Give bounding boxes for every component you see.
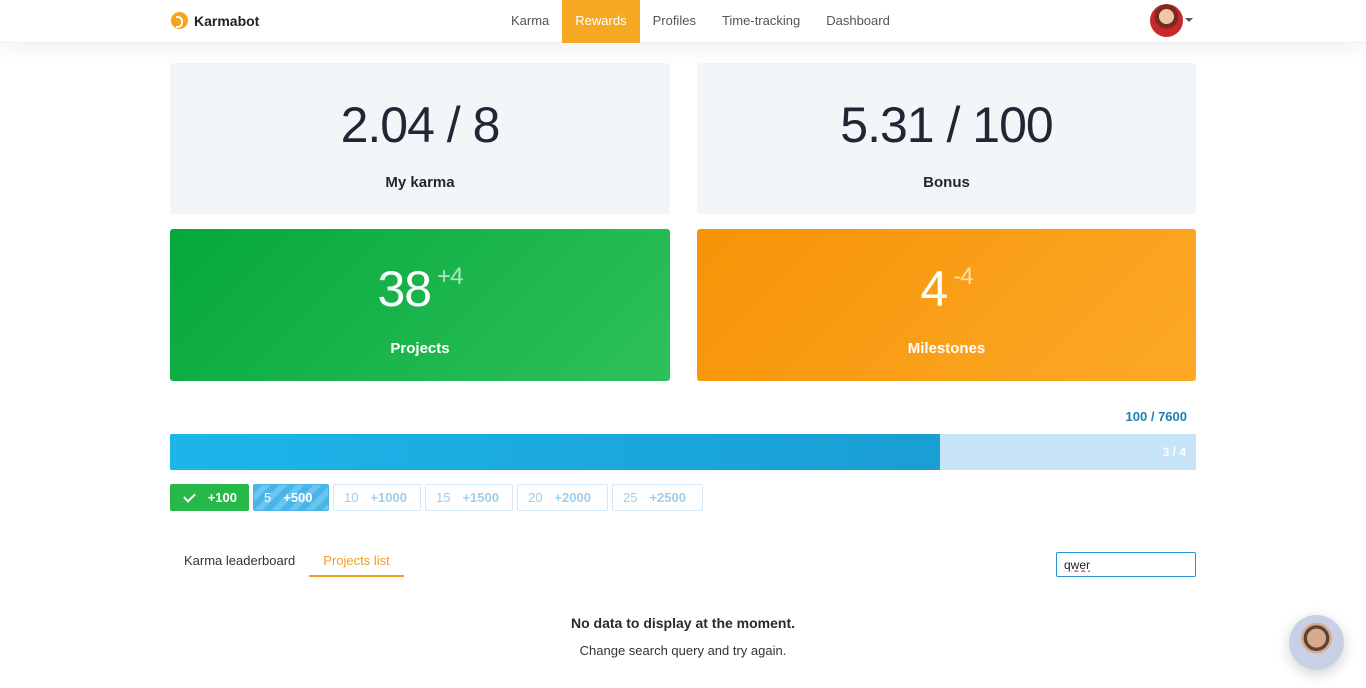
reward-milestones: +100 5 +500 10 +1000 15 +1500 20 +2000 2… xyxy=(170,484,703,511)
chevron-down-icon[interactable] xyxy=(1185,18,1193,22)
reward-points: +2500 xyxy=(649,490,686,505)
main-nav: Karma Rewards Profiles Time-tracking Das… xyxy=(498,0,903,43)
karmabot-logo-icon xyxy=(171,12,188,29)
bonus-value: 5.31 / 100 xyxy=(840,97,1053,153)
reward-threshold: 25 xyxy=(623,490,638,505)
milestones-stat: 4 -4 xyxy=(697,260,1196,318)
progress-total: 100 / 7600 xyxy=(1125,409,1187,424)
reward-threshold: 10 xyxy=(344,490,359,505)
reward-threshold: 15 xyxy=(436,490,451,505)
user-avatar[interactable] xyxy=(1150,4,1183,37)
reward-milestone-current: 5 +500 xyxy=(253,484,329,511)
reward-milestone-done: +100 xyxy=(170,484,249,511)
top-navbar: Karmabot Karma Rewards Profiles Time-tra… xyxy=(0,0,1366,43)
reward-milestone: 20 +2000 xyxy=(517,484,608,511)
progress-steps: 3 / 4 xyxy=(1162,445,1186,459)
nav-rewards[interactable]: Rewards xyxy=(562,0,640,43)
list-tabs: Karma leaderboard Projects list xyxy=(170,546,404,577)
brand[interactable]: Karmabot xyxy=(171,12,259,29)
search-input[interactable] xyxy=(1056,552,1196,577)
reward-milestone: 25 +2500 xyxy=(612,484,703,511)
milestones-delta: -4 xyxy=(953,263,973,290)
projects-label: Projects xyxy=(390,340,450,357)
support-chat-avatar[interactable] xyxy=(1289,615,1344,670)
milestones-value: 4 xyxy=(920,261,948,317)
milestones-label: Milestones xyxy=(907,340,986,357)
projects-card: 38 +4 Projects xyxy=(170,229,670,381)
nav-time-tracking[interactable]: Time-tracking xyxy=(709,0,813,43)
nav-karma[interactable]: Karma xyxy=(498,0,562,43)
reward-points: +500 xyxy=(283,490,313,505)
tab-projects-list[interactable]: Projects list xyxy=(309,546,404,577)
my-karma-label: My karma xyxy=(385,174,455,191)
reward-points: +1000 xyxy=(370,490,407,505)
nav-profiles[interactable]: Profiles xyxy=(640,0,709,43)
reward-points: +2000 xyxy=(554,490,591,505)
progress-fill xyxy=(170,434,940,470)
bonus-card: 5.31 / 100 Bonus xyxy=(697,63,1196,214)
projects-value: 38 xyxy=(377,261,433,317)
reward-threshold: 20 xyxy=(528,490,543,505)
my-karma-card: 2.04 / 8 My karma xyxy=(170,63,670,214)
reward-threshold: 5 xyxy=(264,490,272,505)
milestones-card: 4 -4 Milestones xyxy=(697,229,1196,381)
projects-stat: 38 +4 xyxy=(170,260,670,318)
my-karma-value: 2.04 / 8 xyxy=(340,97,501,153)
tab-karma-leaderboard[interactable]: Karma leaderboard xyxy=(170,546,309,577)
reward-milestone: 15 +1500 xyxy=(425,484,513,511)
nav-dashboard[interactable]: Dashboard xyxy=(813,0,903,43)
bonus-label: Bonus xyxy=(923,174,970,191)
reward-points: +100 xyxy=(207,490,237,505)
checkmark-icon xyxy=(183,489,196,503)
empty-state-title: No data to display at the moment. xyxy=(570,615,796,631)
reward-milestone: 10 +1000 xyxy=(333,484,421,511)
brand-name: Karmabot xyxy=(194,12,260,29)
reward-points: +1500 xyxy=(462,490,499,505)
projects-delta: +4 xyxy=(437,263,463,290)
rewards-progress-bar: 3 / 4 xyxy=(170,434,1196,470)
empty-state-subtitle: Change search query and try again. xyxy=(579,643,787,658)
